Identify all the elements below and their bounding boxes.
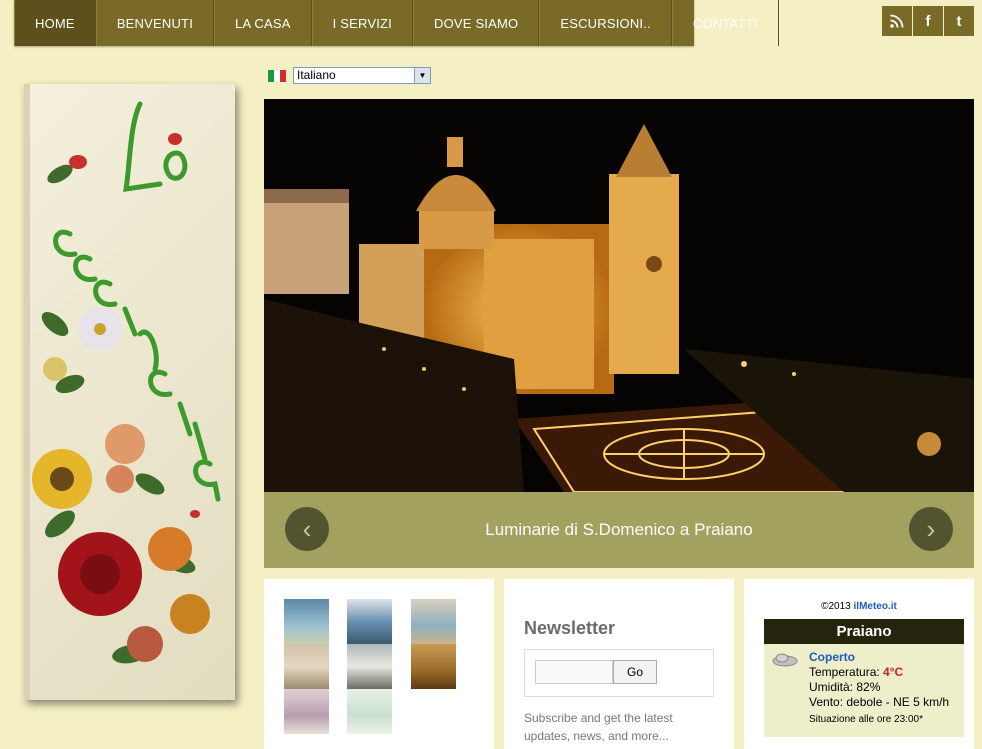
gallery-thumbnail[interactable] <box>411 644 456 689</box>
slide-caption: Luminarie di S.Domenico a Praiano <box>485 520 753 539</box>
nav-i-servizi[interactable]: I SERVIZI <box>311 0 413 46</box>
rss-button[interactable] <box>882 6 912 36</box>
slider-next-button[interactable]: › <box>909 507 953 551</box>
social-links: f t <box>882 6 974 36</box>
newsletter-form: Go <box>524 649 714 697</box>
nav-home[interactable]: HOME <box>14 0 96 46</box>
newsletter-title: Newsletter <box>524 618 616 638</box>
nav-escursioni[interactable]: ESCURSIONI.. <box>539 0 672 46</box>
weather-humidity: Umidità: 82% <box>809 680 881 694</box>
facebook-icon: f <box>925 12 931 30</box>
gallery-thumbnail[interactable] <box>284 599 329 644</box>
gallery-thumbnail[interactable] <box>411 599 456 644</box>
italy-flag-icon <box>268 69 286 82</box>
twitter-button[interactable]: t <box>944 6 974 36</box>
twitter-icon: t <box>956 12 962 30</box>
rss-icon <box>890 14 904 28</box>
nav-contatti[interactable]: CONTATTI <box>671 0 779 46</box>
weather-wind: Vento: debole - NE 5 km/h <box>809 695 950 709</box>
sign-artwork <box>32 101 221 664</box>
nav-dove-siamo[interactable]: DOVE SIAMO <box>412 0 540 46</box>
image-slider: Luminarie di S.Domenico a Praiano ‹ › <box>264 99 974 568</box>
main-nav: HOME BENVENUTI LA CASA I SERVIZI DOVE SI… <box>14 0 779 46</box>
weather-widget: ©2013 ilMeteo.it Praiano Coperto Tempera… <box>744 579 974 749</box>
photo-gallery-panel <box>264 579 494 749</box>
chevron-right-icon: › <box>926 513 936 544</box>
weather-city: Praiano <box>764 619 964 644</box>
gallery-thumbnail[interactable] <box>284 644 329 689</box>
slider-prev-button[interactable]: ‹ <box>285 507 329 551</box>
newsletter-go-button[interactable]: Go <box>613 660 657 684</box>
ilmeteo-link[interactable]: ilMeteo.it <box>854 601 897 612</box>
newsletter-panel: Newsletter Go Subscribe and get the late… <box>504 579 734 749</box>
temperature-label: Temperatura: <box>809 665 884 679</box>
weather-temperature: Temperatura: 4°C <box>809 665 903 679</box>
gallery-thumbnail[interactable] <box>284 689 329 734</box>
slide-caption-bar: Luminarie di S.Domenico a Praiano ‹ › <box>264 492 974 568</box>
gallery-thumbnail[interactable] <box>347 599 392 644</box>
la-coccinella-sign-logo <box>24 84 235 700</box>
gallery-thumbnail[interactable] <box>347 644 392 689</box>
weather-body: Coperto Temperatura: 4°C Umidità: 82% Ve… <box>764 644 964 737</box>
chevron-down-icon: ▼ <box>414 68 430 83</box>
nav-benvenuti[interactable]: BENVENUTI <box>95 0 215 46</box>
gallery-thumbnail[interactable] <box>347 689 392 734</box>
weather-copyright-text: ©2013 <box>821 601 854 612</box>
facebook-button[interactable]: f <box>913 6 943 36</box>
temperature-value: 4°C <box>883 665 904 679</box>
cloud-icon <box>772 653 798 667</box>
language-selector: Italiano ▼ <box>268 67 431 84</box>
newsletter-description: Subscribe and get the latest updates, ne… <box>524 711 673 743</box>
nav-la-casa[interactable]: LA CASA <box>214 0 312 46</box>
weather-condition[interactable]: Coperto <box>809 650 855 664</box>
weather-updated: Situazione alle ore 23:00* <box>809 714 923 725</box>
weather-copyright: ©2013 ilMeteo.it <box>744 601 974 612</box>
chevron-left-icon: ‹ <box>302 513 312 544</box>
language-dropdown[interactable]: Italiano ▼ <box>293 67 431 84</box>
slide-image-church-night <box>264 99 974 493</box>
newsletter-email-input[interactable] <box>535 660 613 684</box>
language-selected: Italiano <box>297 68 336 82</box>
